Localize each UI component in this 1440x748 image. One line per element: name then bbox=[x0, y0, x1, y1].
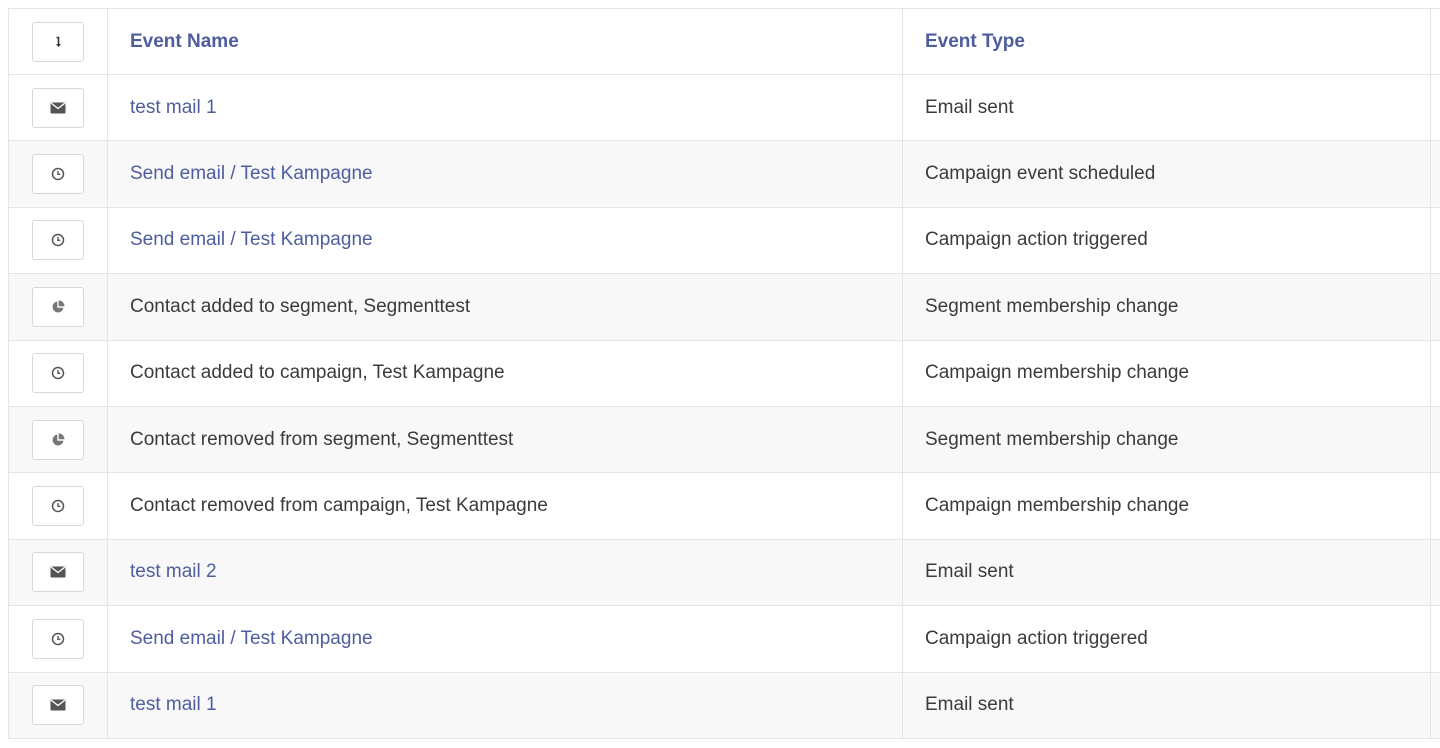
event-icon-cell bbox=[9, 539, 108, 606]
event-type-text: Campaign action triggered bbox=[925, 229, 1148, 251]
header-event-name[interactable]: Event Name bbox=[108, 9, 903, 74]
clock-icon bbox=[51, 499, 65, 513]
header-icon-cell bbox=[9, 9, 108, 74]
event-type-cell: Segment membership change bbox=[903, 274, 1431, 340]
event-icon-cell bbox=[9, 274, 108, 340]
event-type-text: Campaign membership change bbox=[925, 362, 1190, 384]
event-type-cell: Email sent bbox=[903, 539, 1431, 606]
event-type-text: Campaign event scheduled bbox=[925, 163, 1156, 185]
table-row: Contact added to campaign, Test Kampagne… bbox=[9, 340, 1440, 407]
event-icon-cell bbox=[9, 606, 108, 672]
event-type-cell: Campaign membership change bbox=[903, 473, 1431, 539]
envelope-icon bbox=[50, 102, 66, 114]
table-row: Contact removed from segment, Segmenttes… bbox=[9, 406, 1440, 474]
event-type-text: Segment membership change bbox=[925, 428, 1179, 450]
clock-icon bbox=[51, 167, 65, 181]
clock-icon bbox=[51, 233, 65, 247]
event-name-link[interactable]: Send email / Test Kampagne bbox=[130, 163, 373, 185]
table-row: test mail 2 Email sent bbox=[9, 539, 1440, 607]
event-name-link[interactable]: test mail 2 bbox=[130, 561, 217, 583]
event-type-cell: Campaign action triggered bbox=[903, 207, 1431, 274]
event-name-cell: Contact removed from segment, Segmenttes… bbox=[108, 406, 903, 473]
table-header-row: Event Name Event Type bbox=[9, 9, 1440, 75]
pie-chart-icon bbox=[51, 300, 65, 314]
event-icon-button[interactable] bbox=[32, 154, 84, 195]
event-icon-button[interactable] bbox=[32, 286, 84, 327]
pie-chart-icon bbox=[51, 433, 65, 447]
event-type-text: Email sent bbox=[925, 561, 1014, 583]
event-type-text: Segment membership change bbox=[925, 295, 1179, 317]
event-icon-button[interactable] bbox=[32, 552, 84, 593]
event-name-text: Contact added to campaign, Test Kampagne bbox=[130, 362, 505, 384]
event-type-cell: Segment membership change bbox=[903, 406, 1431, 473]
event-name-cell: test mail 2 bbox=[108, 539, 903, 606]
event-type-cell: Email sent bbox=[903, 75, 1431, 141]
header-event-type[interactable]: Event Type bbox=[903, 9, 1431, 74]
event-name-link[interactable]: Send email / Test Kampagne bbox=[130, 628, 373, 650]
event-name-cell: Send email / Test Kampagne bbox=[108, 207, 903, 274]
table-row: Send email / Test Kampagne Campaign event… bbox=[9, 141, 1440, 208]
event-type-text: Campaign action triggered bbox=[925, 627, 1148, 649]
clock-icon bbox=[51, 366, 65, 380]
event-icon-button[interactable] bbox=[32, 87, 84, 128]
table-row: Contact added to segment, Segmenttest Seg… bbox=[9, 274, 1440, 341]
event-type-text: Email sent bbox=[925, 96, 1014, 118]
event-icon-button[interactable] bbox=[32, 618, 84, 659]
event-name-cell: Send email / Test Kampagne bbox=[108, 141, 903, 207]
event-name-text: Contact added to segment, Segmenttest bbox=[130, 295, 471, 317]
event-name-cell: Contact added to segment, Segmenttest bbox=[108, 274, 903, 340]
event-name-link[interactable]: Send email / Test Kampagne bbox=[130, 229, 373, 251]
event-type-cell: Campaign membership change bbox=[903, 340, 1431, 406]
table-row: test mail 1 Email sent bbox=[9, 672, 1440, 739]
event-icon-button[interactable] bbox=[32, 220, 84, 261]
event-name-text: Contact removed from segment, Segmenttes… bbox=[130, 428, 514, 450]
envelope-icon bbox=[50, 566, 66, 578]
event-icon-cell bbox=[9, 207, 108, 274]
sort-button[interactable] bbox=[32, 21, 84, 62]
event-name-link[interactable]: test mail 1 bbox=[130, 97, 217, 119]
table-row: test mail 1 Email sent bbox=[9, 75, 1440, 142]
event-icon-cell bbox=[9, 672, 108, 738]
event-name-cell: Send email / Test Kampagne bbox=[108, 606, 903, 672]
event-icon-button[interactable] bbox=[32, 353, 84, 394]
envelope-icon bbox=[50, 699, 66, 711]
event-type-cell: Campaign action triggered bbox=[903, 606, 1431, 672]
event-icon-button[interactable] bbox=[32, 419, 84, 460]
event-type-text: Campaign membership change bbox=[925, 495, 1190, 517]
event-name-cell: test mail 1 bbox=[108, 672, 903, 738]
event-icon-button[interactable] bbox=[32, 486, 84, 527]
sort-down-icon bbox=[52, 35, 64, 49]
table-row: Contact removed from campaign, Test Kamp… bbox=[9, 473, 1440, 540]
event-icon-button[interactable] bbox=[32, 685, 84, 726]
event-name-cell: Contact removed from campaign, Test Kamp… bbox=[108, 473, 903, 539]
event-type-cell: Campaign event scheduled bbox=[903, 141, 1431, 207]
event-icon-cell bbox=[9, 340, 108, 406]
event-name-link[interactable]: test mail 1 bbox=[130, 694, 217, 716]
event-type-text: Email sent bbox=[925, 694, 1014, 716]
events-table: Event Name Event Type test mail 1 Email s… bbox=[8, 8, 1440, 739]
event-icon-cell bbox=[9, 75, 108, 141]
event-name-cell: Contact added to campaign, Test Kampagne bbox=[108, 340, 903, 406]
event-icon-cell bbox=[9, 406, 108, 473]
table-row: Send email / Test Kampagne Campaign actio… bbox=[9, 207, 1440, 275]
clock-icon bbox=[51, 632, 65, 646]
event-icon-cell bbox=[9, 141, 108, 207]
event-name-cell: test mail 1 bbox=[108, 75, 903, 141]
event-name-text: Contact removed from campaign, Test Kamp… bbox=[130, 495, 548, 517]
event-type-cell: Email sent bbox=[903, 672, 1431, 738]
table-row: Send email / Test Kampagne Campaign actio… bbox=[9, 606, 1440, 673]
event-icon-cell bbox=[9, 473, 108, 539]
